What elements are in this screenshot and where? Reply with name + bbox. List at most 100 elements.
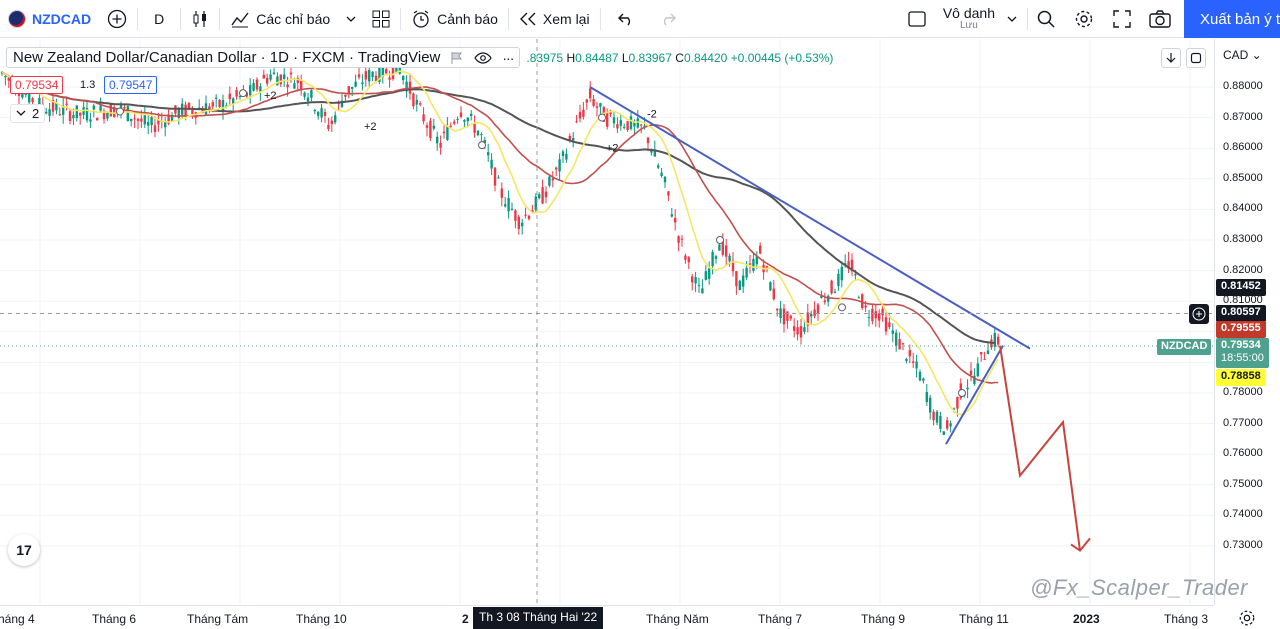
- candle-body: [344, 94, 347, 97]
- candle-body: [915, 361, 918, 369]
- time-axis[interactable]: háng 4 Tháng 6 Tháng Tám Tháng 10 2 Tháng Năm…: [0, 605, 1214, 629]
- settings-button[interactable]: [1068, 3, 1100, 35]
- candle-body: [908, 350, 911, 357]
- close-value: 0.84420: [683, 50, 728, 65]
- candle-body: [99, 105, 102, 111]
- candle-body: [218, 99, 221, 108]
- candle-body: [306, 97, 310, 102]
- chart-type-button[interactable]: [183, 0, 217, 38]
- candle-body: [470, 113, 473, 116]
- scroll-down-button[interactable]: [1161, 48, 1181, 68]
- interval-button[interactable]: D: [140, 0, 178, 38]
- candle-body: [691, 276, 694, 283]
- candle-body: [252, 83, 255, 91]
- candle-body: [504, 204, 507, 207]
- time-tick: Tháng 9: [861, 612, 906, 626]
- axis-settings-button[interactable]: [1236, 607, 1258, 629]
- signal-label: -2: [647, 109, 657, 121]
- crosshair-price-tag: 0.80597: [1216, 305, 1266, 322]
- price-chart[interactable]: +2 +2 +2 -2: [0, 39, 1214, 605]
- candle-body: [956, 396, 959, 409]
- candle-body: [667, 191, 670, 196]
- candle-body: [449, 125, 452, 127]
- crosshair-add-button[interactable]: [1189, 304, 1209, 324]
- candle-body: [752, 258, 755, 271]
- ma200-price-tag: 0.81452: [1216, 279, 1266, 296]
- chart-pane[interactable]: +2 +2 +2 -2: [0, 39, 1280, 605]
- candle-body: [640, 124, 643, 126]
- candle-body: [905, 358, 908, 361]
- candle-body: [711, 251, 714, 267]
- search-button[interactable]: [1030, 3, 1062, 35]
- replay-button[interactable]: Xem lại: [511, 0, 598, 38]
- time-tick: Tháng Năm: [646, 612, 709, 626]
- candle-body: [541, 187, 544, 204]
- publish-idea-button[interactable]: Xuất bản ý t: [1184, 0, 1280, 38]
- alert-button[interactable]: Cảnh báo: [403, 0, 506, 38]
- candle-body: [79, 112, 82, 116]
- save-layout-button[interactable]: Vô danh Lưu: [899, 0, 1025, 38]
- buy-price-button[interactable]: 0.79547: [104, 76, 158, 94]
- candle-body: [126, 106, 129, 121]
- forecast-arrowhead: [1070, 537, 1091, 552]
- candle-body: [833, 291, 837, 293]
- maximize-pane-button[interactable]: [1186, 48, 1206, 68]
- candle-body: [619, 120, 622, 126]
- eye-icon[interactable]: [474, 51, 493, 65]
- candle-body: [799, 326, 803, 338]
- candle-body: [969, 370, 973, 376]
- candle-body: [888, 322, 891, 327]
- signal-label: +2: [264, 90, 277, 102]
- price-tick: 0.74000: [1223, 508, 1263, 521]
- candle-body: [303, 92, 306, 97]
- candle-body: [704, 271, 707, 280]
- candle-body: [75, 105, 78, 119]
- candle-body: [694, 277, 697, 284]
- candle-body: [626, 121, 629, 131]
- candle-body: [456, 118, 459, 120]
- more-icon[interactable]: ···: [502, 50, 514, 66]
- tradingview-logo[interactable]: 17: [8, 534, 40, 566]
- indicators-toggle[interactable]: 2: [10, 104, 46, 123]
- candle-body: [517, 216, 520, 229]
- chevron-down-icon: [346, 16, 356, 22]
- indicators-dropdown[interactable]: [338, 0, 364, 38]
- candle-body: [884, 317, 888, 332]
- top-toolbar: NZDCAD D Các chỉ báo Cảnh báo Xem lại Vô…: [0, 0, 1280, 38]
- compare-button[interactable]: [99, 0, 135, 38]
- candle-body: [986, 350, 990, 355]
- candle-body: [942, 431, 945, 435]
- candle-body: [364, 71, 367, 80]
- candle-body: [599, 103, 602, 107]
- symbol-search[interactable]: NZDCAD: [0, 0, 99, 38]
- candle-body: [980, 352, 983, 355]
- redo-button[interactable]: [649, 0, 687, 38]
- signal-circle: [116, 107, 124, 116]
- candle-body: [918, 371, 922, 381]
- candle-body: [412, 93, 415, 107]
- indicators-button[interactable]: Các chỉ báo: [222, 0, 338, 38]
- candle-body: [330, 120, 333, 124]
- candle-body: [912, 361, 915, 363]
- currency-selector[interactable]: CAD ⌄: [1223, 48, 1262, 62]
- candle-body: [816, 304, 820, 314]
- time-tick: Tháng Tám: [187, 612, 249, 626]
- candle-body: [697, 285, 701, 287]
- candle-body: [89, 119, 92, 122]
- flag-icon[interactable]: [450, 51, 464, 65]
- snapshot-button[interactable]: [1144, 3, 1176, 35]
- symbol-label: NZDCAD: [32, 10, 92, 27]
- fullscreen-button[interactable]: [1106, 3, 1138, 35]
- candle-body: [425, 125, 429, 128]
- price-axis[interactable]: CAD ⌄ 0.88000 0.87000 0.86000 0.85000 0.8400…: [1214, 39, 1280, 605]
- layouts-button[interactable]: [364, 0, 398, 38]
- candle-body: [442, 131, 446, 134]
- sell-price-button[interactable]: 0.79534: [10, 76, 64, 94]
- symbol-title-box[interactable]: New Zealand Dollar/Canadian Dollar · 1D …: [6, 47, 521, 68]
- candle-body: [524, 214, 527, 216]
- last-price-tag: 0.79534 18:55:00: [1216, 338, 1269, 368]
- undo-button[interactable]: [603, 0, 649, 38]
- chevron-down-icon: ⌄: [1248, 48, 1262, 62]
- alert-label: Cảnh báo: [437, 10, 498, 27]
- candle-body: [480, 134, 483, 136]
